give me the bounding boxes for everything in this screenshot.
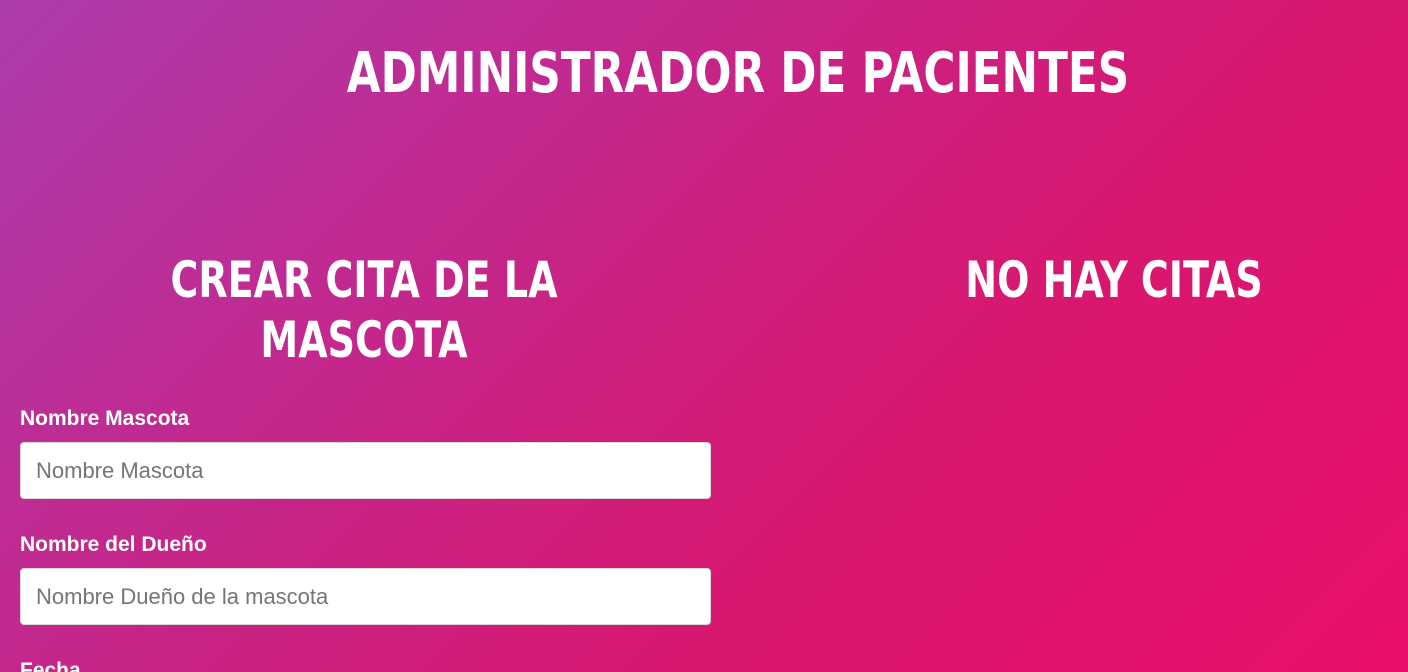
page-title: ADMINISTRADOR DE PACIENTES [346,41,1130,106]
form-heading: CREAR CITA DE LA MASCOTA [170,251,558,369]
appointment-form: Nombre Mascota Nombre del Dueño Fecha [20,404,711,672]
owner-name-label: Nombre del Dueño [20,533,207,556]
pet-name-input[interactable] [20,442,711,499]
pet-name-label: Nombre Mascota [20,407,190,430]
owner-name-input[interactable] [20,568,711,625]
date-label: Fecha [20,659,81,672]
appointments-heading: NO HAY CITAS [965,251,1263,309]
